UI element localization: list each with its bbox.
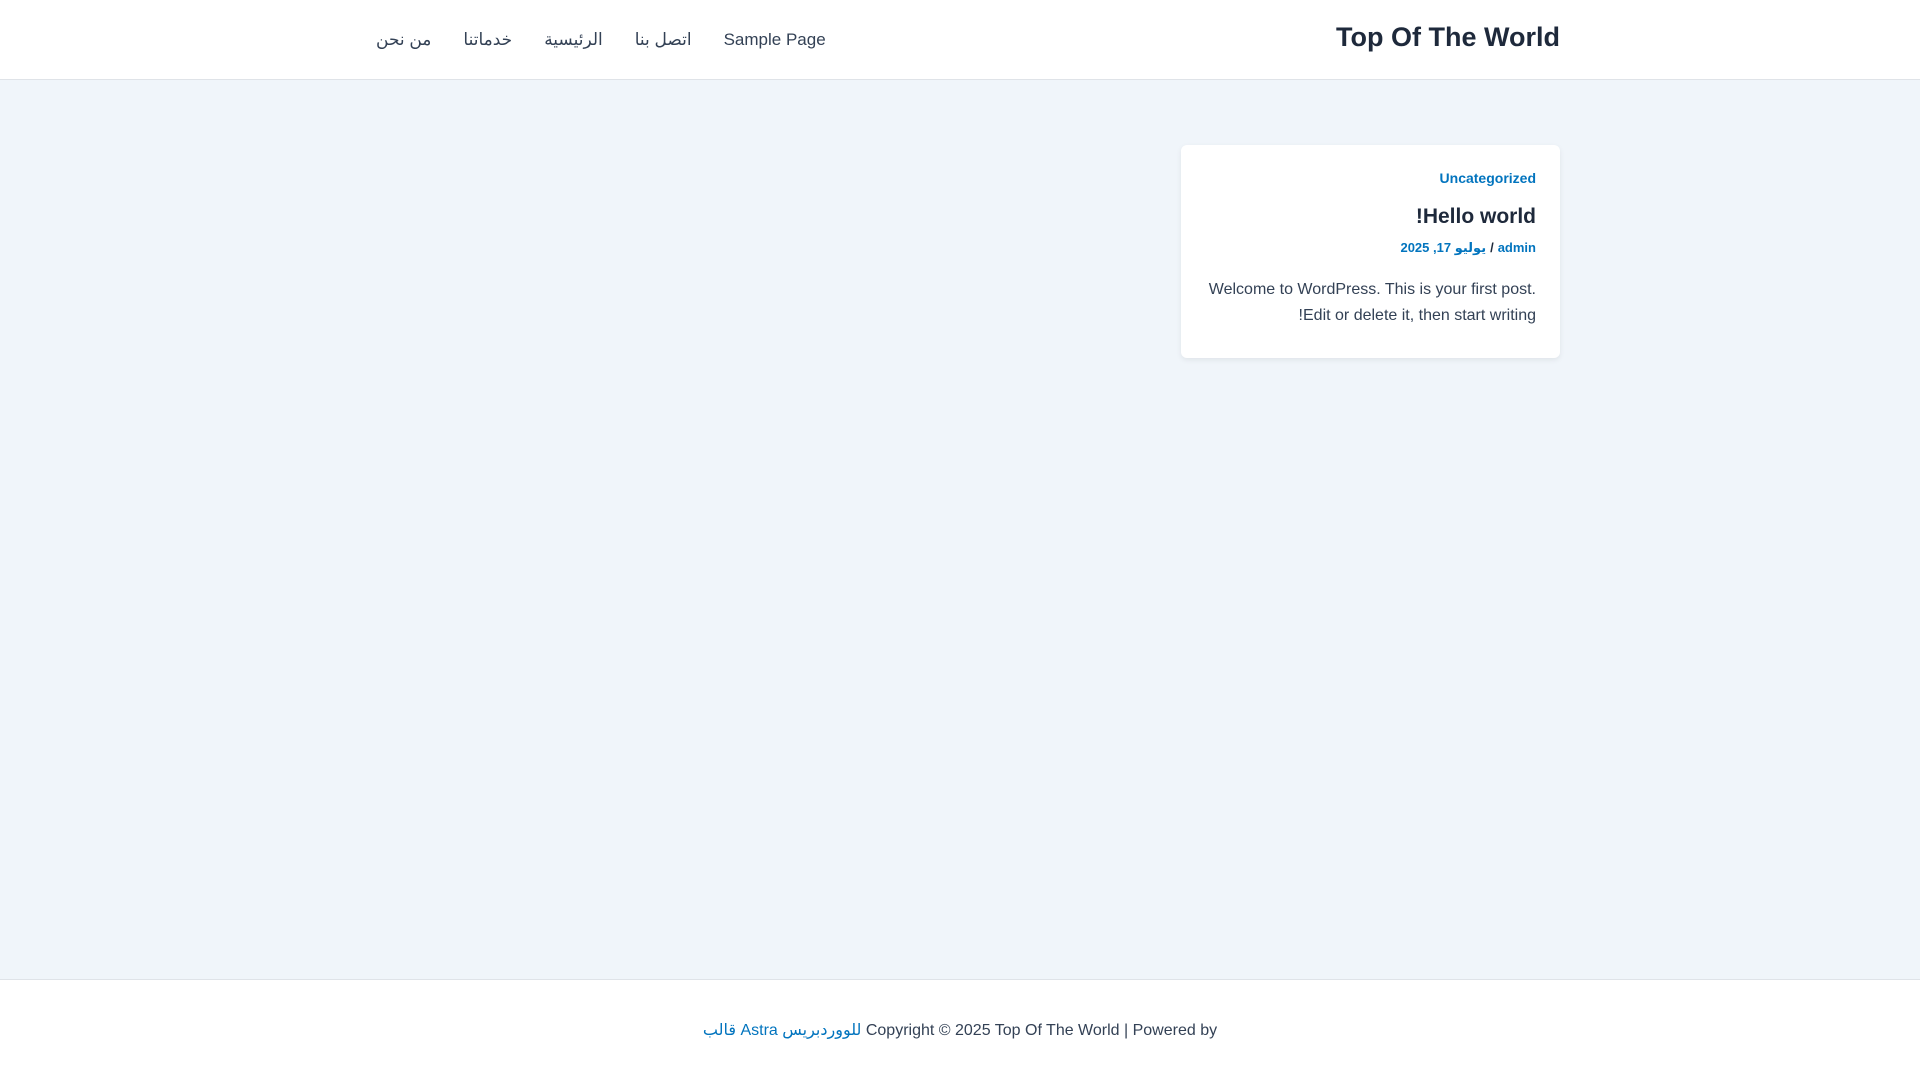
nav-item-sample-page[interactable]: Sample Page xyxy=(708,0,842,80)
post-date-link[interactable]: يوليو 17, 2025 xyxy=(1400,240,1486,255)
site-header: Top Of The World Sample Page اتصل بنا ال… xyxy=(0,0,1920,80)
footer-theme-link[interactable]: قالب Astra للووردبريس xyxy=(703,1022,862,1039)
post-category-link[interactable]: Uncategorized xyxy=(1205,169,1536,187)
post-author-link[interactable]: admin xyxy=(1498,240,1536,255)
footer-credits: قالب Astra للووردبريس Copyright © 2025 T… xyxy=(703,1020,1217,1040)
nav-item-services[interactable]: خدماتنا xyxy=(447,0,528,80)
post-meta: admin / يوليو 17, 2025 xyxy=(1205,239,1536,257)
nav-item-contact-us[interactable]: اتصل بنا xyxy=(619,0,708,80)
site-title-link[interactable]: Top Of The World xyxy=(1336,22,1560,53)
main-navigation: Sample Page اتصل بنا الرئيسية خدماتنا من… xyxy=(360,0,842,80)
post-title-link[interactable]: Hello world! xyxy=(1205,203,1536,231)
nav-item-about-us[interactable]: من نحن xyxy=(360,0,447,80)
post-excerpt: Welcome to WordPress. This is your first… xyxy=(1208,281,1536,324)
nav-item-home[interactable]: الرئيسية xyxy=(528,0,619,80)
footer-copyright: Copyright © 2025 Top Of The World | Powe… xyxy=(865,1022,1218,1039)
post-card: Uncategorized Hello world! admin / يوليو 1… xyxy=(1181,145,1560,358)
meta-separator: / xyxy=(1490,240,1494,255)
site-footer: قالب Astra للووردبريس Copyright © 2025 T… xyxy=(0,979,1920,1080)
